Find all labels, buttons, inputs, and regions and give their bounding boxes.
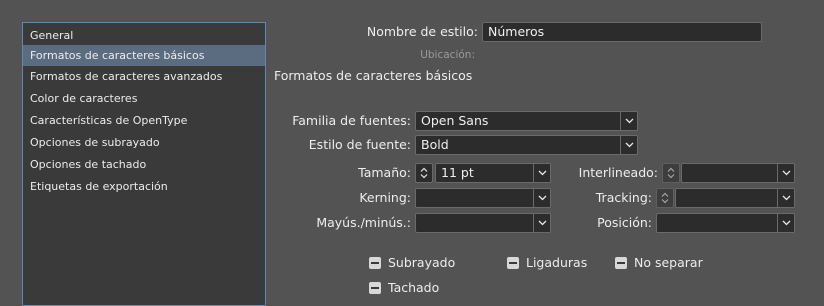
chevron-down-icon[interactable] — [620, 112, 637, 130]
font-family-value: Open Sans — [421, 113, 489, 128]
kerning-label: Kerning: — [359, 190, 411, 205]
leading-stepper-icon[interactable] — [662, 163, 680, 183]
chevron-down-icon[interactable] — [620, 136, 637, 154]
font-family-select[interactable]: Open Sans — [415, 111, 638, 131]
location-label: Ubicación: — [420, 49, 475, 61]
case-label: Mayús./minús.: — [316, 215, 411, 230]
font-style-label: Estilo de fuente: — [308, 137, 411, 152]
leading-select[interactable] — [681, 163, 795, 183]
sidebar-item-export-tagging[interactable]: Etiquetas de exportación — [23, 176, 265, 197]
sidebar-item-basic-character-formats[interactable]: Formatos de caracteres básicos — [23, 45, 265, 66]
chevron-down-icon[interactable] — [777, 164, 794, 182]
font-style-select[interactable]: Bold — [415, 135, 638, 155]
chevron-down-icon[interactable] — [533, 164, 550, 182]
no-break-checkbox[interactable] — [615, 257, 627, 269]
font-style-value: Bold — [421, 137, 449, 152]
chevron-down-icon[interactable] — [533, 214, 550, 232]
sidebar-item-general[interactable]: General — [23, 25, 265, 46]
size-value: 11 pt — [441, 165, 474, 180]
sidebar-item-strikethrough-options[interactable]: Opciones de tachado — [23, 154, 265, 175]
strikethrough-label: Tachado — [388, 280, 440, 295]
case-select[interactable] — [415, 213, 551, 233]
section-title: Formatos de caracteres básicos — [274, 68, 473, 83]
size-label: Tamaño: — [358, 165, 411, 180]
ligatures-checkbox[interactable] — [507, 257, 519, 269]
underline-checkbox[interactable] — [369, 257, 381, 269]
ligatures-label: Ligaduras — [526, 255, 588, 270]
leading-label: Interlineado: — [578, 165, 658, 180]
font-family-label: Familia de fuentes: — [292, 113, 411, 128]
tracking-label: Tracking: — [595, 190, 652, 205]
tracking-select[interactable] — [675, 188, 795, 208]
tracking-stepper-icon[interactable] — [656, 188, 674, 208]
size-select[interactable]: 11 pt — [435, 163, 551, 183]
category-list: General Formatos de caracteres básicos F… — [22, 22, 266, 306]
size-stepper-icon[interactable] — [415, 163, 433, 183]
chevron-down-icon[interactable] — [533, 189, 550, 207]
style-name-input[interactable]: Números — [482, 22, 762, 42]
underline-label: Subrayado — [388, 255, 456, 270]
sidebar-item-advanced-character-formats[interactable]: Formatos de caracteres avanzados — [23, 66, 265, 87]
sidebar-item-underline-options[interactable]: Opciones de subrayado — [23, 132, 265, 153]
chevron-down-icon[interactable] — [777, 189, 794, 207]
kerning-select[interactable] — [415, 188, 551, 208]
position-label: Posición: — [597, 215, 652, 230]
strikethrough-checkbox[interactable] — [369, 282, 381, 294]
no-break-label: No separar — [634, 255, 703, 270]
position-select[interactable] — [656, 213, 795, 233]
sidebar-item-character-color[interactable]: Color de caracteres — [23, 88, 265, 109]
style-name-label: Nombre de estilo: — [366, 24, 478, 39]
chevron-down-icon[interactable] — [777, 214, 794, 232]
sidebar-item-opentype-features[interactable]: Características de OpenType — [23, 110, 265, 131]
